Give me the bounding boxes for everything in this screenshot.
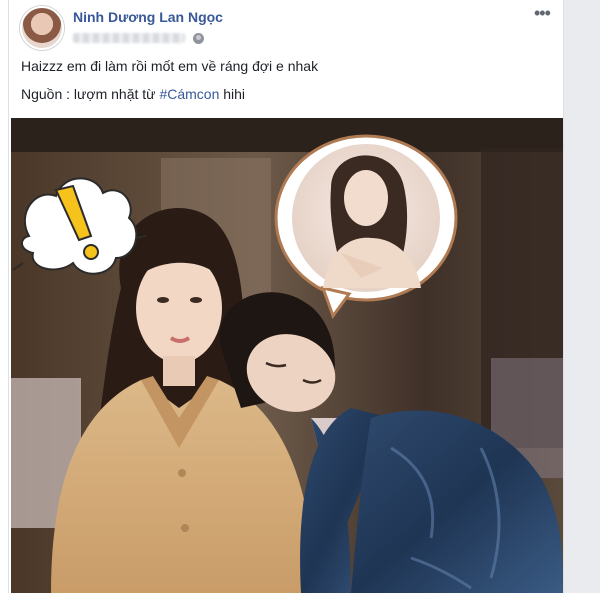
source-text: Nguồn : lượm nhặt từ — [21, 86, 160, 102]
author-avatar[interactable] — [20, 6, 64, 50]
blurred-timestamp[interactable] — [73, 33, 185, 43]
hashtag-link[interactable]: #Cámcon — [159, 86, 219, 102]
globe-icon[interactable] — [193, 32, 204, 44]
page-background — [564, 0, 600, 593]
post-photo-illustration — [11, 118, 563, 593]
post-text-line-1: Haizzz em đi làm rồi mốt em về ráng đợi … — [21, 58, 319, 74]
more-options-icon[interactable]: ••• — [534, 4, 551, 22]
post-meta — [73, 31, 204, 45]
post-text-line-2: Nguồn : lượm nhặt từ #Cámcon hihi — [21, 86, 245, 102]
source-suffix: hihi — [219, 86, 246, 102]
post-photo[interactable] — [11, 118, 563, 593]
author-name[interactable]: Ninh Dương Lan Ngọc — [73, 9, 223, 25]
